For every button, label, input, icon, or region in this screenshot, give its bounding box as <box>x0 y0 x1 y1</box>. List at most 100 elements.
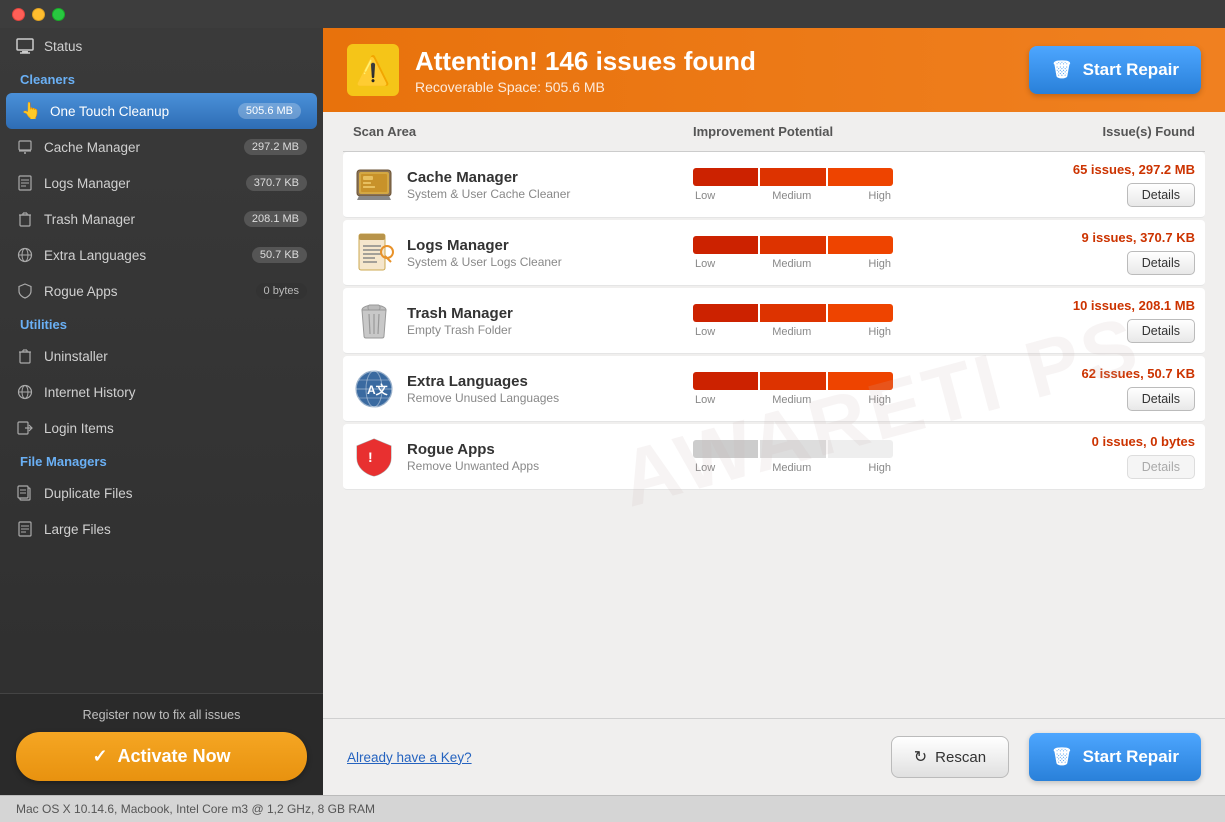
extralang-label-medium: Medium <box>772 394 811 406</box>
sidebar-item-logs-manager[interactable]: Logs Manager 370.7 KB <box>0 165 323 201</box>
header-scan-area: Scan Area <box>353 124 693 139</box>
sidebar-item-internet-history[interactable]: Internet History <box>0 374 323 410</box>
logs-manager-icon <box>353 232 395 274</box>
header-improvement: Improvement Potential <box>693 124 975 139</box>
alert-subtitle: Recoverable Space: 505.6 MB <box>415 79 1013 95</box>
extralang-progress-area: Low Medium High <box>693 372 975 406</box>
cache-progress-area: Low Medium High <box>693 168 975 202</box>
sidebar-top: Status Cleaners 👆 One Touch Cleanup 505.… <box>0 28 323 693</box>
extra-languages-label: Extra Languages <box>44 248 242 263</box>
cache-manager-name: Cache Manager <box>407 169 570 186</box>
scan-row-left-rogue: ! Rogue Apps Remove Unwanted Apps <box>353 436 693 478</box>
logs-manager-info: Logs Manager System & User Logs Cleaner <box>407 237 562 269</box>
uninstaller-label: Uninstaller <box>44 349 307 364</box>
cache-manager-info: Cache Manager System & User Cache Cleane… <box>407 169 570 201</box>
status-bar: Mac OS X 10.14.6, Macbook, Intel Core m3… <box>0 795 1225 822</box>
rogue-apps-name: Rogue Apps <box>407 441 539 458</box>
table-header: Scan Area Improvement Potential Issue(s)… <box>343 112 1205 152</box>
logs-bar-high <box>828 236 893 254</box>
cache-manager-label: Cache Manager <box>44 140 234 155</box>
logs-details-button[interactable]: Details <box>1127 251 1195 275</box>
logs-bar-medium <box>760 236 825 254</box>
cache-bar-medium <box>760 168 825 186</box>
sidebar-item-extra-languages[interactable]: Extra Languages 50.7 KB <box>0 237 323 273</box>
sidebar-item-status[interactable]: Status <box>0 28 323 64</box>
logs-label-medium: Medium <box>772 258 811 270</box>
close-button[interactable] <box>12 8 25 21</box>
cache-issue-count: 65 issues, 297.2 MB <box>1073 162 1195 177</box>
logs-manager-name: Logs Manager <box>407 237 562 254</box>
extra-languages-name: Extra Languages <box>407 373 559 390</box>
trash-manager-desc: Empty Trash Folder <box>407 323 513 337</box>
rogue-issue-count: 0 issues, 0 bytes <box>1092 434 1195 449</box>
sidebar-item-login-items[interactable]: Login Items <box>0 410 323 446</box>
extralang-progress-bar <box>693 372 893 390</box>
maximize-button[interactable] <box>52 8 65 21</box>
trash-manager-label: Trash Manager <box>44 212 234 227</box>
logs-manager-badge: 370.7 KB <box>246 175 307 191</box>
rogue-apps-desc: Remove Unwanted Apps <box>407 459 539 473</box>
globe-icon <box>16 246 34 264</box>
alert-banner: ⚠️ Attention! 146 issues found Recoverab… <box>323 28 1225 112</box>
svg-text:A文: A文 <box>367 382 389 397</box>
trash-manager-name: Trash Manager <box>407 305 513 322</box>
start-repair-button-bottom[interactable]: 🗑 Start Repair <box>1029 733 1201 781</box>
bottom-bar: Already have a Key? ↻ Rescan 🗑 Start Rep… <box>323 718 1225 795</box>
extralang-label-low: Low <box>695 394 715 406</box>
minimize-button[interactable] <box>32 8 45 21</box>
sidebar-item-one-touch-cleanup[interactable]: 👆 One Touch Cleanup 505.6 MB <box>6 93 317 129</box>
sidebar-item-cache-manager[interactable]: Cache Manager 297.2 MB <box>0 129 323 165</box>
extralang-issue-count: 62 issues, 50.7 KB <box>1082 366 1195 381</box>
main-content: AWARETI PS ⚠️ Attention! 146 issues foun… <box>323 28 1225 795</box>
sidebar-section-utilities: Utilities <box>0 309 323 338</box>
extra-languages-badge: 50.7 KB <box>252 247 307 263</box>
activate-button[interactable]: ✓ Activate Now <box>16 732 307 781</box>
cache-bar-high <box>828 168 893 186</box>
rogue-progress-labels: Low Medium High <box>693 462 893 474</box>
rogue-bar-low <box>693 440 758 458</box>
trash-bar-low <box>693 304 758 322</box>
rogue-apps-icon: ! <box>353 436 395 478</box>
cache-label-low: Low <box>695 190 715 202</box>
cache-details-button[interactable]: Details <box>1127 183 1195 207</box>
traffic-lights <box>12 8 65 21</box>
rogue-details-button[interactable]: Details <box>1127 455 1195 479</box>
cache-manager-badge: 297.2 MB <box>244 139 307 155</box>
trash-label-low: Low <box>695 326 715 338</box>
trash-label-high: High <box>868 326 891 338</box>
alert-title: Attention! 146 issues found <box>415 46 1013 77</box>
start-repair-button-top[interactable]: 🗑 Start Repair <box>1029 46 1201 94</box>
sidebar-item-trash-manager[interactable]: Trash Manager 208.1 MB <box>0 201 323 237</box>
rescan-icon: ↻ <box>914 747 927 767</box>
extralang-details-button[interactable]: Details <box>1127 387 1195 411</box>
warning-icon: ⚠️ <box>347 44 399 96</box>
logs-manager-desc: System & User Logs Cleaner <box>407 255 562 269</box>
trash-details-button[interactable]: Details <box>1127 319 1195 343</box>
rescan-button[interactable]: ↻ Rescan <box>891 736 1009 778</box>
cache-bar-low <box>693 168 758 186</box>
duplicate-files-icon <box>16 484 34 502</box>
rogue-bar-high <box>828 440 893 458</box>
extra-languages-info: Extra Languages Remove Unused Languages <box>407 373 559 405</box>
rescan-label: Rescan <box>935 749 986 766</box>
sidebar-item-duplicate-files[interactable]: Duplicate Files <box>0 475 323 511</box>
rogue-progress-area: Low Medium High <box>693 440 975 474</box>
trash-progress-labels: Low Medium High <box>693 326 893 338</box>
cache-manager-icon <box>353 164 395 206</box>
extralang-label-high: High <box>868 394 891 406</box>
monitor-icon <box>16 37 34 55</box>
trash-bar-high <box>828 304 893 322</box>
sidebar-item-uninstaller[interactable]: Uninstaller <box>0 338 323 374</box>
sidebar-item-rogue-apps[interactable]: Rogue Apps 0 bytes <box>0 273 323 309</box>
duplicate-files-label: Duplicate Files <box>44 486 307 501</box>
sidebar-item-large-files[interactable]: Large Files <box>0 511 323 547</box>
large-files-label: Large Files <box>44 522 307 537</box>
already-have-key-link[interactable]: Already have a Key? <box>347 750 472 765</box>
trash-label-medium: Medium <box>772 326 811 338</box>
logs-label-high: High <box>868 258 891 270</box>
rogue-progress-bar <box>693 440 893 458</box>
rogue-apps-label: Rogue Apps <box>44 284 246 299</box>
table-row: Logs Manager System & User Logs Cleaner … <box>343 220 1205 286</box>
extralang-bar-high <box>828 372 893 390</box>
sidebar-section-cleaners: Cleaners <box>0 64 323 93</box>
